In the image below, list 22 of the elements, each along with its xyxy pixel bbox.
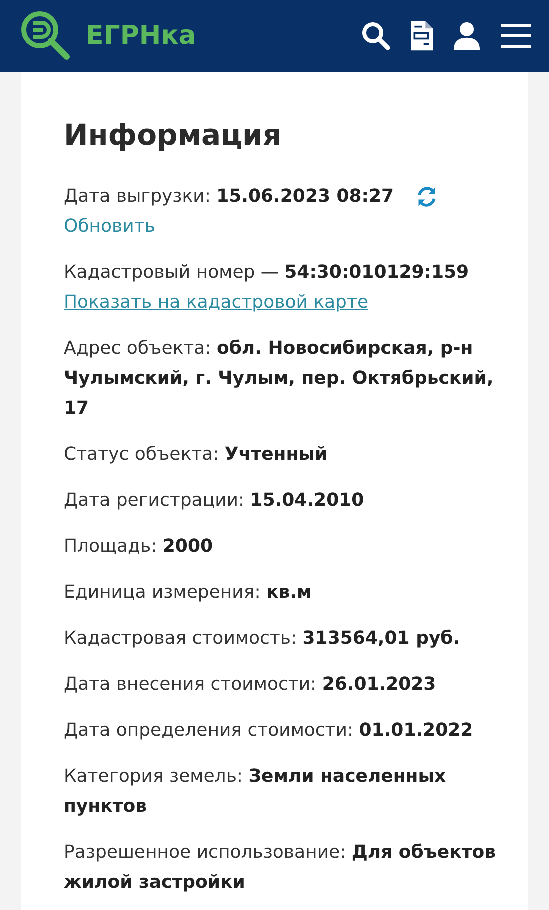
field-text: Адрес объекта: обл. Новосибирская, р-н Чулымский, г. Чулым, пер. Октябрьский, 17 [64,337,495,421]
field-text: Статус объекта: Учтенный [64,443,328,467]
field-text: Кадастровая стоимость: 313564,01 руб. [64,627,460,651]
field-text: Категория земель: Земли населенных пунктов [64,765,448,819]
field-text: Площадь: 2000 [64,535,213,559]
field-text: Дата определения стоимости: 01.01.2022 [64,719,474,743]
field-text: Дата выгрузки: 15.06.2023 08:27 [64,185,394,209]
field-text: Дата внесения стоимости: 26.01.2023 [64,673,436,697]
refresh-icon[interactable] [416,186,438,208]
document-icon[interactable] [411,21,433,51]
card-title: Информация [64,118,282,152]
search-icon[interactable] [361,21,391,51]
logo-text[interactable]: ЕГРНка [86,21,196,51]
field-text: Разрешенное использование: Для объектов жилой застройки [64,841,498,895]
refresh-link[interactable]: Обновить [64,212,156,242]
field-text: Дата регистрации: 15.04.2010 [64,489,364,513]
logo-icon [20,10,72,62]
menu-icon[interactable] [501,23,531,49]
map-link[interactable]: Показать на кадастровой карте [64,288,369,318]
field-text: Кадастровый номер — 54:30:010129:159 [64,261,470,285]
field-text: Единица измерения: кв.м [64,581,312,605]
user-icon[interactable] [453,22,481,50]
